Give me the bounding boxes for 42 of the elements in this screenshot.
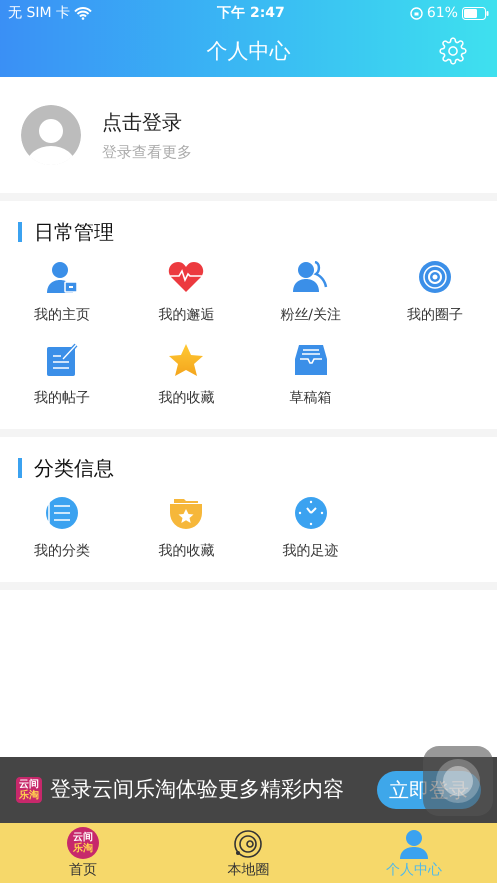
clock-text: 下午 2:47	[217, 4, 285, 22]
menu-item[interactable]: 我的分类	[0, 491, 124, 574]
login-hint: 登录查看更多	[102, 142, 192, 163]
users-icon	[292, 261, 329, 293]
page-title: 个人中心	[206, 38, 290, 65]
section-marker	[18, 458, 22, 478]
heartbeat-icon	[168, 261, 204, 293]
app-logo: 云间 乐淘	[66, 827, 99, 859]
list-icon	[45, 496, 80, 530]
tab-item[interactable]: 云间 乐淘 首页	[0, 823, 166, 883]
menu-item[interactable]: 我的邂逅	[124, 255, 248, 338]
inbox-tray-icon	[294, 344, 328, 376]
section-title: 分类信息	[34, 455, 114, 482]
login-link[interactable]: 点击登录	[102, 106, 192, 137]
battery-icon	[462, 6, 489, 20]
avatar-icon[interactable]	[20, 104, 82, 166]
tab-item[interactable]: 本地圈	[166, 823, 332, 883]
wifi-icon	[74, 6, 92, 20]
menu-item[interactable]: 我的圈子	[372, 255, 497, 338]
menu-item[interactable]: 我的收藏	[124, 338, 248, 421]
note-edit-icon	[46, 343, 78, 377]
menu-item[interactable]: 我的帖子	[0, 338, 124, 421]
user-card-icon	[45, 260, 80, 294]
planet-icon	[233, 829, 264, 859]
clock-icon	[294, 496, 328, 530]
menu-item[interactable]: 我的主页	[0, 255, 124, 338]
menu-item[interactable]: 草稿箱	[248, 338, 373, 421]
rotation-lock-icon	[410, 6, 423, 20]
target-icon	[418, 260, 452, 294]
person-icon	[399, 829, 430, 859]
section-title: 日常管理	[34, 219, 114, 246]
menu-item[interactable]: 我的足迹	[248, 491, 373, 574]
star-icon	[168, 343, 204, 377]
settings-icon[interactable]	[439, 37, 467, 65]
battery-percent: 61%	[426, 4, 458, 22]
carrier-text: 无 SIM 卡	[8, 4, 70, 22]
section-marker	[18, 222, 22, 242]
menu-item[interactable]: 我的收藏	[124, 491, 248, 574]
app-logo: 云间 乐淘	[16, 777, 42, 803]
banner-text: 登录云间乐淘体验更多精彩内容	[50, 776, 344, 804]
star-folder-icon	[169, 496, 204, 530]
menu-item[interactable]: 粉丝/关注	[248, 255, 373, 338]
